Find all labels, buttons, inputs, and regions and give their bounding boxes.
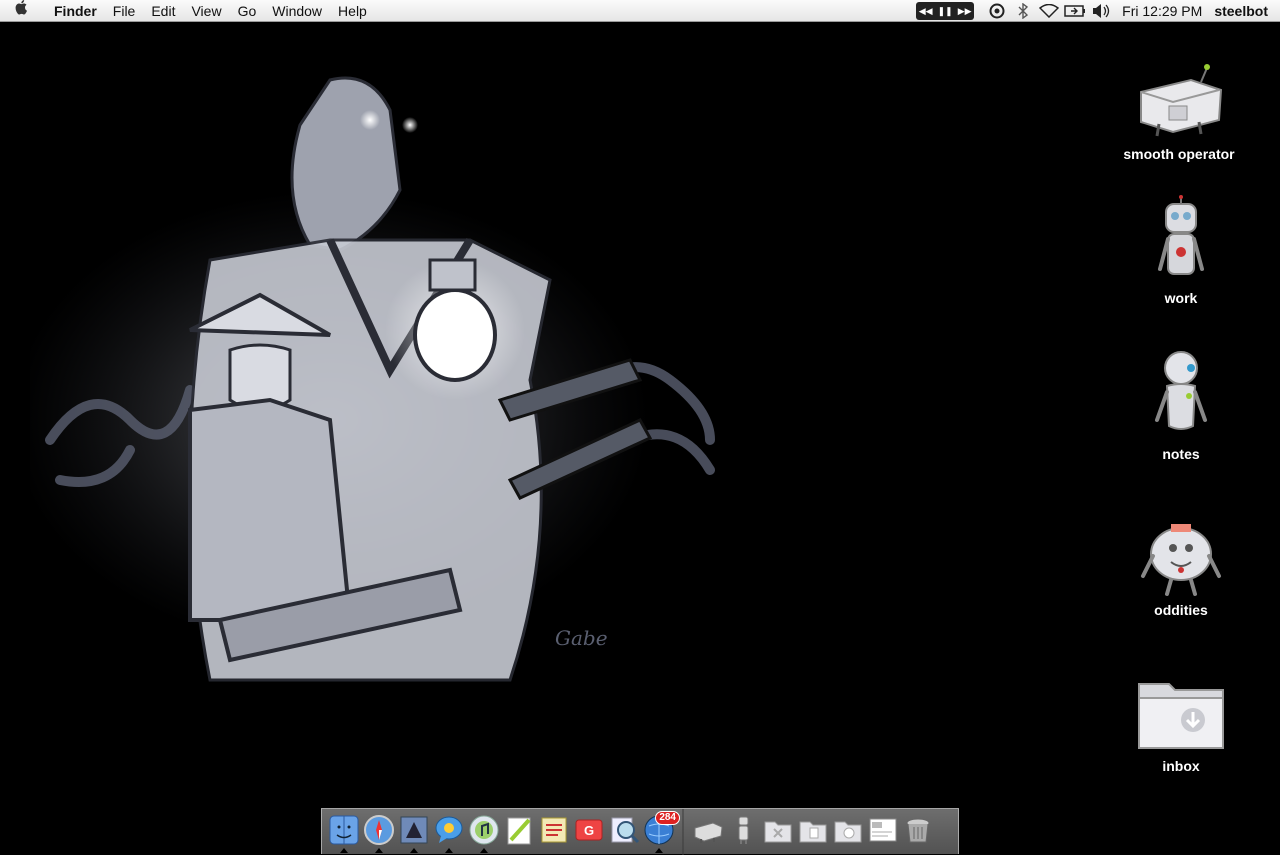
dock-item-preview[interactable] — [606, 809, 641, 853]
dock-item-folder-doc[interactable] — [795, 809, 830, 853]
notes-icon — [541, 817, 566, 843]
dock-item-notes[interactable] — [536, 809, 571, 853]
robot-folder-icon — [1158, 195, 1204, 275]
desktop-icon-label: inbox — [1162, 758, 1200, 774]
desktop-icon-smooth-operator[interactable]: smooth operator — [1104, 62, 1254, 162]
pause-icon[interactable]: ❚❚ — [938, 6, 953, 17]
dock-item-network[interactable]: 284 — [641, 809, 680, 853]
menu-window[interactable]: Window — [264, 0, 330, 22]
artist-signature: Gabe — [555, 626, 608, 650]
robot-drive-icon — [1140, 64, 1223, 137]
dock-item-finder[interactable] — [326, 809, 361, 853]
dock-item-gmail[interactable]: G — [571, 809, 606, 853]
menu-bar: Finder File Edit View Go Window Help ◀◀ … — [0, 0, 1280, 22]
menu-view[interactable]: View — [183, 0, 229, 22]
safari-icon — [363, 815, 394, 845]
wallpaper-illustration: Gabe — [30, 76, 715, 682]
preview-icon — [611, 817, 639, 844]
dock: G 284 — [321, 808, 959, 855]
mail-icon — [400, 816, 427, 844]
menu-file[interactable]: File — [105, 0, 144, 22]
robot-drive-icon — [694, 822, 723, 843]
bluetooth-icon[interactable] — [1012, 0, 1034, 22]
desktop-icon-label: oddities — [1154, 602, 1208, 618]
dock-item-trash[interactable] — [900, 809, 935, 853]
status-area: ◀◀ ❚❚ ▶▶ Fri 12:29 PM steelbot — [916, 0, 1280, 22]
desktop-icon-label: work — [1164, 290, 1198, 306]
next-track-icon[interactable]: ▶▶ — [958, 6, 972, 17]
dock-item-ichat[interactable] — [431, 809, 466, 853]
dock-item-mail[interactable] — [396, 809, 431, 853]
dock-item-folder-cd[interactable] — [830, 809, 865, 853]
svg-text:G: G — [583, 823, 593, 838]
sync-icon[interactable] — [986, 0, 1008, 22]
robot-folder-icon — [1141, 524, 1221, 596]
gmail-icon: G — [575, 819, 602, 841]
dock-item-safari[interactable] — [361, 809, 396, 853]
running-indicator — [479, 848, 488, 853]
dock-item-screenshot[interactable] — [865, 809, 900, 853]
menu-app-finder[interactable]: Finder — [44, 0, 105, 22]
desktop-icon-label: notes — [1162, 446, 1200, 462]
running-indicator — [654, 848, 663, 853]
previous-track-icon[interactable]: ◀◀ — [919, 6, 933, 17]
finder-icon — [329, 815, 358, 845]
screenshot-icon — [869, 818, 896, 842]
itunes-icon — [469, 815, 498, 845]
wifi-icon[interactable] — [1038, 0, 1060, 22]
running-indicator — [409, 848, 418, 853]
running-indicator — [339, 848, 348, 853]
ichat-icon — [435, 816, 462, 843]
menu-go[interactable]: Go — [230, 0, 265, 22]
folder-download-icon — [1138, 683, 1224, 749]
textedit-icon — [507, 817, 530, 845]
itunes-controls-icon[interactable]: ◀◀ ❚❚ ▶▶ — [916, 2, 975, 20]
dock-item-work[interactable] — [725, 809, 760, 853]
desktop-icon-oddities[interactable]: oddities — [1106, 518, 1256, 618]
fast-user-switch[interactable]: steelbot — [1212, 3, 1280, 19]
folder-doc-icon — [799, 821, 826, 843]
trash-icon — [906, 818, 929, 843]
running-indicator — [444, 848, 453, 853]
menu-edit[interactable]: Edit — [143, 0, 183, 22]
desktop-icon-inbox[interactable]: inbox — [1106, 670, 1256, 774]
folder-x-icon — [764, 821, 791, 843]
dock-separator — [682, 809, 684, 855]
desktop-icon-work[interactable]: work — [1106, 194, 1256, 306]
volume-icon[interactable] — [1090, 0, 1112, 22]
menu-help[interactable]: Help — [330, 0, 375, 22]
folder-cd-icon — [834, 821, 861, 843]
robot-folder-icon — [1155, 351, 1207, 430]
robot-folder-icon — [738, 816, 748, 844]
unread-badge: 284 — [655, 811, 680, 825]
desktop-icon-notes[interactable]: notes — [1106, 350, 1256, 462]
running-indicator — [374, 848, 383, 853]
desktop-icon-label: smooth operator — [1123, 146, 1235, 162]
dock-item-textedit[interactable] — [501, 809, 536, 853]
menu-clock[interactable]: Fri 12:29 PM — [1114, 3, 1212, 19]
apple-menu-icon[interactable] — [0, 0, 44, 22]
dock-item-folder-x[interactable] — [760, 809, 795, 853]
dock-item-itunes[interactable] — [466, 809, 501, 853]
battery-icon[interactable] — [1064, 0, 1086, 22]
dock-item-smooth-operator[interactable] — [690, 809, 725, 853]
